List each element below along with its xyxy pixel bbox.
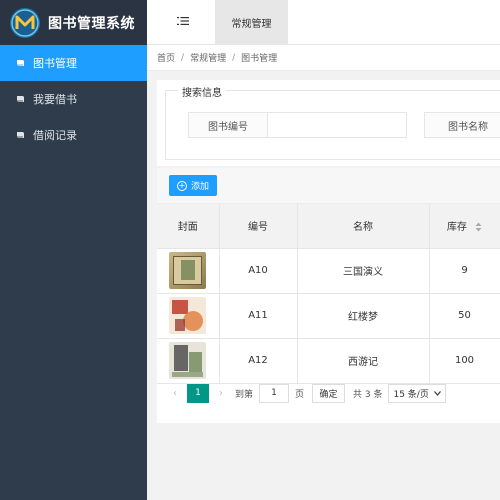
goto-prefix-label: 到第 [235, 389, 254, 400]
column-header-stock-label: 库存 [446, 222, 467, 234]
add-button-label: 添加 [190, 182, 209, 192]
sidebar-item-label: 我要借书 [33, 93, 77, 106]
menu-toggle-icon[interactable] [177, 15, 189, 27]
page-size-value: 15 条/页 [393, 389, 429, 400]
book-name-cell: 三国演义 [297, 248, 430, 294]
search-fieldset: 搜索信息 图书编号 图书名称 [165, 84, 500, 160]
sidebar-nav: 图书管理 我要借书 借阅记录 [0, 45, 147, 153]
breadcrumb-separator: / [232, 52, 236, 63]
table-row: A10 三国演义 9 [157, 248, 500, 294]
sort-icon[interactable] [475, 222, 482, 232]
book-code-cell: A10 [219, 248, 298, 294]
sidebar-item-borrow-records[interactable]: 借阅记录 [0, 117, 147, 153]
tab-regular-management[interactable]: 常规管理 [215, 0, 288, 45]
book-code-cell: A12 [219, 338, 298, 384]
book-cover-image [169, 252, 207, 289]
table-row: A11 红楼梦 50 [157, 293, 500, 339]
pagination: ‹ 1 › 到第 1 页 确定 共 3 条 15 条/页 [157, 378, 500, 408]
book-icon [17, 96, 24, 102]
breadcrumb: 首页 / 常规管理 / 图书管理 [147, 45, 500, 71]
book-icon [17, 60, 24, 66]
book-table-panel: + 添加 封面 编号 名称 库存 A10 三国演义 9 A11 红楼梦 50 A… [157, 168, 500, 423]
page-size-select[interactable]: 15 条/页 [388, 383, 447, 403]
column-header-stock[interactable]: 库存 [429, 204, 500, 249]
search-legend: 搜索信息 [178, 84, 226, 99]
app-logo [10, 7, 40, 38]
book-code-input[interactable] [268, 112, 407, 138]
column-header-code: 编号 [219, 204, 298, 249]
book-cover-image [169, 342, 207, 379]
total-count: 共 3 条 [353, 389, 383, 400]
book-cover-image [169, 297, 207, 334]
goto-suffix-label: 页 [295, 389, 305, 400]
breadcrumb-separator: / [181, 52, 185, 63]
book-name-cell: 红楼梦 [297, 293, 430, 339]
breadcrumb-home[interactable]: 首页 [157, 51, 175, 64]
sidebar-item-borrow[interactable]: 我要借书 [0, 81, 147, 117]
breadcrumb-current: 图书管理 [241, 54, 278, 64]
column-header-cover: 封面 [157, 204, 220, 249]
table-header-row: 封面 编号 名称 库存 [157, 204, 500, 249]
book-icon [17, 132, 24, 138]
sidebar-item-label: 图书管理 [33, 57, 77, 70]
book-stock-cell: 50 [429, 293, 500, 339]
sidebar-item-label: 借阅记录 [33, 129, 77, 142]
table-toolbar: + 添加 [157, 168, 500, 204]
main-content: 搜索信息 图书编号 图书名称 + 添加 封面 编号 名称 库存 A10 三国演义… [147, 72, 500, 500]
table-row: A12 西游记 100 [157, 338, 500, 384]
book-name-label: 图书名称 [424, 112, 500, 138]
book-code-label: 图书编号 [188, 112, 268, 138]
goto-page-input[interactable]: 1 [259, 383, 290, 403]
app-title: 图书管理系统 [48, 15, 135, 32]
goto-confirm-button[interactable]: 确定 [312, 383, 346, 403]
add-button[interactable]: + 添加 [169, 175, 217, 196]
column-header-name: 名称 [297, 204, 430, 249]
book-code-field: 图书编号 [188, 112, 407, 138]
prev-page-icon[interactable]: ‹ [169, 388, 181, 399]
book-name-field: 图书名称 [424, 112, 500, 138]
book-table: 封面 编号 名称 库存 A10 三国演义 9 A11 红楼梦 50 A12 西游… [157, 204, 500, 384]
plus-circle-icon: + [176, 180, 187, 191]
book-code-cell: A11 [219, 293, 298, 339]
book-stock-cell: 100 [429, 338, 500, 384]
sidebar-item-book-management[interactable]: 图书管理 [0, 45, 147, 81]
chevron-down-icon [434, 390, 442, 396]
book-name-cell: 西游记 [297, 338, 430, 384]
book-stock-cell: 9 [429, 248, 500, 294]
top-header: 常规管理 [147, 0, 500, 45]
sidebar: 图书管理系统 图书管理 我要借书 借阅记录 [0, 0, 147, 500]
logo-bar: 图书管理系统 [0, 0, 147, 45]
page-1-button[interactable]: 1 [187, 383, 209, 403]
next-page-icon[interactable]: › [215, 388, 227, 399]
breadcrumb-regular-management[interactable]: 常规管理 [190, 51, 226, 64]
search-panel: 搜索信息 图书编号 图书名称 [157, 80, 500, 166]
